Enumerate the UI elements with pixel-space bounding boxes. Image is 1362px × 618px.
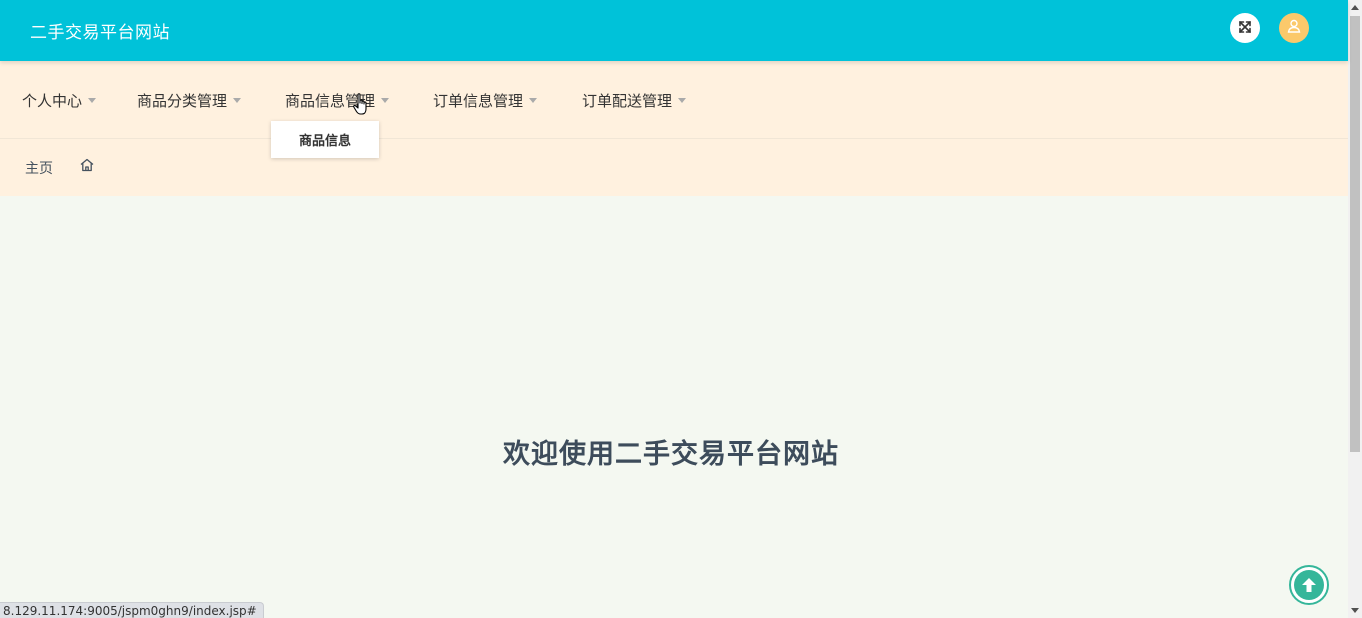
product-management-dropdown: 商品信息 [271, 121, 379, 158]
caret-down-icon [678, 97, 687, 103]
user-avatar-button[interactable] [1279, 13, 1309, 43]
top-header: 二手交易平台网站 [0, 0, 1348, 61]
back-to-top-button[interactable] [1289, 565, 1329, 605]
vertical-scrollbar[interactable] [1348, 0, 1362, 618]
fullscreen-button[interactable] [1230, 13, 1260, 43]
site-title: 二手交易平台网站 [30, 23, 170, 43]
nav-item-personal-center[interactable]: 个人中心 [22, 90, 97, 110]
breadcrumb: 主页 [0, 139, 1348, 196]
hand-pointer-cursor-icon [352, 92, 372, 122]
main-nav: 个人中心 商品分类管理 商品信息管理 订单信息管理 订单配送管理 [0, 61, 1348, 139]
breadcrumb-home-link[interactable]: 主页 [25, 158, 53, 178]
scrollbar-thumb[interactable] [1350, 16, 1360, 452]
dropdown-item-product-info[interactable]: 商品信息 [299, 130, 351, 149]
user-icon [1286, 18, 1302, 38]
caret-down-icon [529, 97, 538, 103]
nav-item-label: 商品分类管理 [137, 91, 228, 110]
scroll-down-arrow-icon[interactable] [1351, 608, 1359, 613]
nav-item-product-management[interactable]: 商品信息管理 [285, 90, 390, 110]
caret-down-icon [88, 97, 97, 103]
scroll-up-arrow-icon[interactable] [1351, 5, 1359, 10]
expand-arrows-icon [1238, 19, 1252, 38]
status-bar-url: 8.129.11.174:9005/jspm0ghn9/index.jsp# [0, 602, 264, 618]
arrow-up-circle-icon [1294, 570, 1324, 600]
nav-item-delivery-management[interactable]: 订单配送管理 [582, 90, 687, 110]
caret-down-icon [381, 97, 390, 103]
nav-item-order-management[interactable]: 订单信息管理 [433, 90, 538, 110]
caret-down-icon [233, 97, 242, 103]
home-icon[interactable] [79, 157, 95, 177]
welcome-heading: 欢迎使用二手交易平台网站 [503, 439, 839, 470]
nav-item-label: 个人中心 [22, 91, 83, 110]
nav-item-label: 订单信息管理 [433, 91, 524, 110]
nav-item-label: 订单配送管理 [582, 91, 673, 110]
nav-item-category-management[interactable]: 商品分类管理 [137, 90, 242, 110]
